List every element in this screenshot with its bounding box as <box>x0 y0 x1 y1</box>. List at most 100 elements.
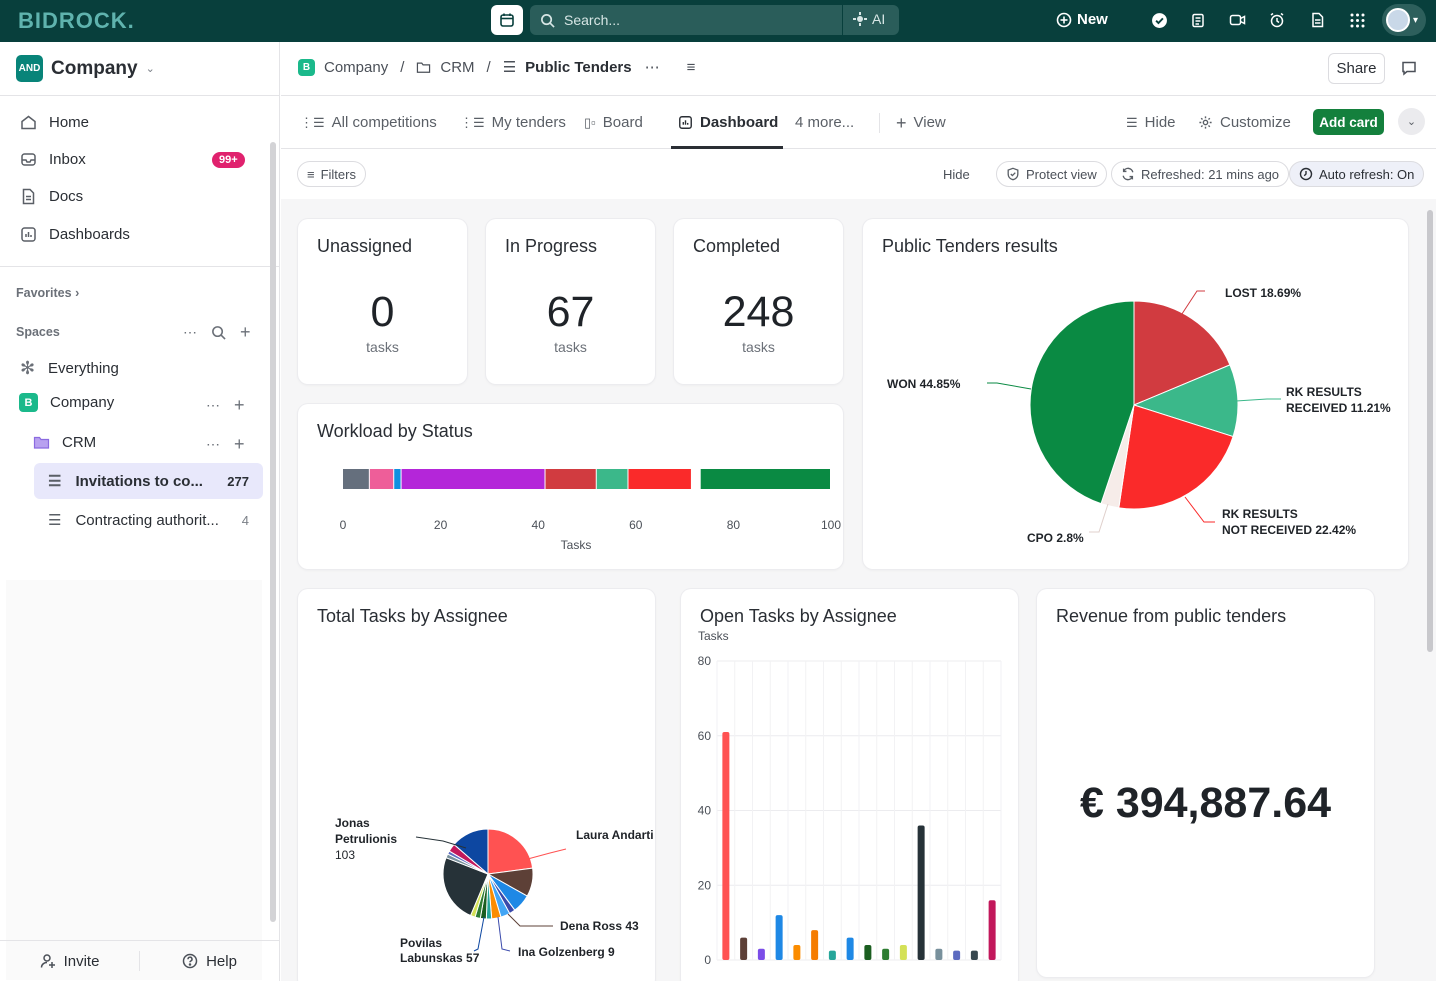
favorites-section[interactable]: Favorites › <box>16 286 79 300</box>
sidebar-scrollbar[interactable] <box>270 142 276 922</box>
card-open-tasks-by-assignee[interactable]: Open Tasks by Assignee Tasks 0 20 40 60 80 <box>681 589 1018 981</box>
bar[interactable] <box>864 945 872 960</box>
workload-bar-segment[interactable] <box>343 469 369 489</box>
sidebar-item-list-contracting[interactable]: ☰ Contracting authorit... 4 <box>34 502 263 538</box>
description-toggle-icon[interactable]: ≡ <box>687 59 696 76</box>
bar[interactable] <box>970 950 978 960</box>
breadcrumb-list[interactable]: Public Tenders <box>525 59 631 76</box>
tab-board[interactable]: ▯▫ Board <box>584 114 643 131</box>
workload-bar-segment[interactable] <box>401 469 545 489</box>
new-label: New <box>1077 11 1108 28</box>
workload-bar-segment[interactable] <box>700 469 830 489</box>
breadcrumb-folder[interactable]: CRM <box>440 59 474 76</box>
bar[interactable] <box>917 825 925 960</box>
add-card-button[interactable]: Add card <box>1313 109 1384 135</box>
alarm-button[interactable] <box>1268 11 1286 29</box>
search-icon[interactable] <box>211 325 226 340</box>
list-label: Invitations to co... <box>75 472 203 490</box>
help-circle-icon <box>182 953 198 969</box>
label-leader-line <box>1184 496 1215 523</box>
tab-dashboard[interactable]: Dashboard <box>678 114 778 131</box>
more-dots-icon[interactable]: ⋯ <box>183 324 197 341</box>
refresh-button[interactable]: Refreshed: 21 mins ago <box>1111 161 1290 187</box>
calendar-button[interactable] <box>491 5 523 35</box>
plus-icon[interactable]: + <box>234 434 245 455</box>
auto-refresh-label: Auto refresh: On <box>1319 166 1415 182</box>
bar[interactable] <box>757 948 765 960</box>
bar[interactable] <box>935 948 943 960</box>
bar[interactable] <box>828 950 836 960</box>
plus-icon[interactable]: + <box>234 395 245 416</box>
workload-bar-segment[interactable] <box>369 469 394 489</box>
canvas-scrollbar[interactable] <box>1427 210 1433 652</box>
video-button[interactable] <box>1228 11 1246 29</box>
card-unassigned[interactable]: Unassigned 0 tasks <box>298 219 467 384</box>
sidebar-item-everything[interactable]: ✻ Everything <box>19 358 119 379</box>
chevron-down-icon: ▾ <box>1413 14 1419 26</box>
notepad-button[interactable] <box>1189 11 1207 29</box>
tab-all-competitions[interactable]: ⋮☰ All competitions <box>300 114 437 131</box>
protect-view-button[interactable]: Protect view <box>996 161 1107 187</box>
card-in-progress[interactable]: In Progress 67 tasks <box>486 219 655 384</box>
pie-slice[interactable] <box>487 828 534 875</box>
pie-label: WON 44.85% <box>887 377 961 391</box>
expand-button[interactable]: ⌄ <box>1398 108 1425 135</box>
card-workload-by-status[interactable]: Workload by Status 0 20 40 60 80 100 Tasks <box>298 404 843 569</box>
help-button[interactable]: Help <box>140 941 279 981</box>
apps-grid-button[interactable] <box>1348 11 1366 29</box>
page-header: B Company / CRM / ☰ Public Tenders ⋯ ≡ S… <box>281 42 1436 96</box>
sidebar-item-inbox[interactable]: Inbox <box>20 151 86 168</box>
bar[interactable] <box>775 915 783 960</box>
card-completed[interactable]: Completed 248 tasks <box>674 219 843 384</box>
ai-button[interactable]: AI <box>852 11 885 27</box>
customize-button[interactable]: Customize <box>1198 114 1291 131</box>
user-menu[interactable]: ▾ <box>1382 4 1426 36</box>
bar[interactable] <box>811 930 819 960</box>
bar[interactable] <box>899 945 907 960</box>
workload-bar-segment[interactable] <box>691 469 700 489</box>
more-dots-icon[interactable]: ⋯ <box>206 397 220 414</box>
card-total-tasks-by-assignee[interactable]: Total Tasks by Assignee Jonas Petrulioni… <box>298 589 655 981</box>
pie-label: Petrulionis <box>335 832 397 846</box>
sidebar-item-dashboards[interactable]: Dashboards <box>20 226 130 243</box>
workload-bar-segment[interactable] <box>628 469 691 489</box>
tab-more-views[interactable]: 4 more... <box>795 114 854 131</box>
sidebar-item-folder-crm[interactable]: CRM <box>33 434 96 451</box>
hide-button[interactable]: ☰ Hide <box>1126 114 1176 131</box>
workload-bar-segment[interactable] <box>394 469 401 489</box>
search-input[interactable]: Search... AI <box>530 5 899 35</box>
add-view-button[interactable]: + View <box>896 114 946 132</box>
more-dots-icon[interactable]: ⋯ <box>206 436 220 453</box>
tab-my-tenders[interactable]: ⋮☰ My tenders <box>460 114 566 131</box>
workload-bar-segment[interactable] <box>545 469 596 489</box>
invite-button[interactable]: Invite <box>0 941 139 981</box>
workload-bar-segment[interactable] <box>596 469 628 489</box>
sidebar-item-list-invitations[interactable]: ☰ Invitations to co... 277 <box>34 463 263 499</box>
docs-button[interactable] <box>1308 11 1326 29</box>
bar[interactable] <box>722 732 730 960</box>
app-logo[interactable]: BIDROCK. <box>18 8 135 34</box>
hide-filters-button[interactable]: Hide <box>934 161 979 187</box>
bar[interactable] <box>988 900 996 960</box>
bar[interactable] <box>793 945 801 960</box>
bar[interactable] <box>740 937 748 960</box>
bar[interactable] <box>882 948 890 960</box>
more-dots-icon[interactable]: ⋯ <box>645 58 660 76</box>
filters-button[interactable]: ≡ Filters <box>297 161 366 187</box>
share-button[interactable]: Share <box>1328 53 1385 84</box>
bar[interactable] <box>953 950 961 960</box>
chat-button[interactable] <box>1401 60 1417 81</box>
card-public-tenders-results[interactable]: Public Tenders results LOST 18.69% RK RE… <box>863 219 1408 569</box>
breadcrumb-space[interactable]: Company <box>324 59 388 76</box>
new-button[interactable]: New <box>1056 11 1108 28</box>
sidebar-item-space-company[interactable]: B Company <box>19 393 114 412</box>
card-revenue[interactable]: Revenue from public tenders € 394,887.64 <box>1037 589 1374 977</box>
sidebar-item-docs[interactable]: Docs <box>20 188 83 205</box>
bar[interactable] <box>846 937 854 960</box>
auto-refresh-toggle[interactable]: Auto refresh: On <box>1289 161 1425 187</box>
tasks-check-button[interactable] <box>1150 11 1168 29</box>
plus-icon[interactable]: + <box>240 322 251 343</box>
sidebar-item-home[interactable]: Home <box>20 114 89 131</box>
space-actions: ⋯ + <box>206 395 245 416</box>
workspace-switcher[interactable]: AND Company ⌄ <box>16 55 155 82</box>
